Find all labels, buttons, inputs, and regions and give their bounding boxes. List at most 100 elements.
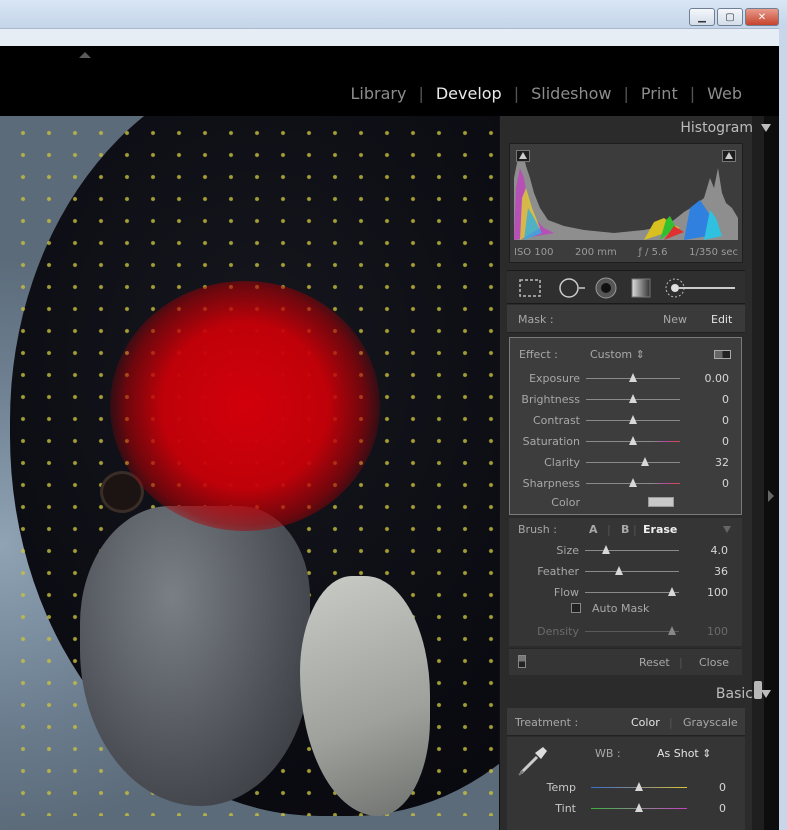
slider-value[interactable]: 100 [707,586,728,599]
chevron-down-icon[interactable] [723,526,731,533]
brush-a-button[interactable]: A [589,523,598,536]
exif-shutter: 1/350 sec [689,247,738,258]
module-web[interactable]: Web [707,84,742,103]
slider-label: Temp [546,781,576,794]
slider-track[interactable] [591,782,687,791]
color-swatch[interactable] [648,497,674,507]
effect-panel: Effect : Custom ⇕ Exposure 0.00 Brightne… [509,337,742,515]
slider-label: Feather [537,565,579,578]
slider-knob[interactable] [629,394,637,403]
slider-track[interactable] [585,587,679,596]
module-separator: | [418,84,424,103]
slider-track[interactable] [586,436,680,445]
red-eye-icon[interactable] [593,277,619,299]
window-controls: ▁ ▢ ✕ [689,8,779,26]
slider-knob[interactable] [635,803,643,812]
adjustment-brush-icon[interactable] [663,277,739,299]
module-print[interactable]: Print [641,84,678,103]
module-develop[interactable]: Develop [436,84,502,103]
slider-knob[interactable] [614,566,623,575]
module-library[interactable]: Library [351,84,407,103]
treatment-separator: | [669,716,673,729]
slider-track[interactable] [585,626,679,635]
close-tool-button[interactable]: Close [699,656,729,669]
slider-knob[interactable] [629,373,637,382]
treatment-color-button[interactable]: Color [631,716,660,729]
wb-dropdown[interactable]: As Shot ⇕ [657,747,711,760]
slider-contrast: Contrast 0 [510,412,743,428]
slider-label: Size [556,544,579,557]
photo-canvas[interactable] [0,116,499,830]
slider-value[interactable]: 0 [722,477,729,490]
module-separator: | [513,84,520,103]
module-slideshow[interactable]: Slideshow [531,84,611,103]
histogram-header[interactable]: Histogram [680,120,771,136]
slider-knob[interactable] [668,626,677,635]
panel-scrollbar[interactable] [752,116,764,830]
chevron-down-icon [761,124,771,132]
auto-mask-checkbox[interactable] [571,603,581,613]
mask-edit-button[interactable]: Edit [711,313,732,326]
slider-track[interactable] [586,394,680,403]
close-window-button[interactable]: ✕ [745,8,779,26]
slider-value[interactable]: 36 [714,565,728,578]
slider-value[interactable]: 0 [719,802,726,815]
collapse-right-panel-icon[interactable] [768,490,774,502]
crop-icon[interactable] [517,277,543,299]
slider-knob[interactable] [629,478,637,487]
reset-button[interactable]: Reset [639,656,670,669]
minimize-button[interactable]: ▁ [689,8,715,26]
slider-value[interactable]: 4.0 [711,544,729,557]
slider-value[interactable]: 0 [722,393,729,406]
exif-iso: ISO 100 [514,247,554,258]
slider-value[interactable]: 100 [707,625,728,638]
slider-value[interactable]: 0.00 [705,372,730,385]
brush-b-button[interactable]: B [621,523,629,536]
effect-label: Effect : [519,348,558,361]
slider-track[interactable] [586,415,680,424]
mask-new-button[interactable]: New [663,313,687,326]
exif-aperture: ƒ / 5.6 [638,247,668,258]
spot-removal-icon[interactable] [557,277,587,299]
effect-preset-dropdown[interactable]: Custom ⇕ [590,348,645,361]
brush-separator: | [633,523,637,536]
slider-feather: Feather 36 [509,563,742,579]
slider-value[interactable]: 0 [719,781,726,794]
brush-label: Brush : [518,523,557,536]
collapse-top-panel-icon[interactable] [79,52,91,58]
histogram[interactable]: ISO 100 200 mm ƒ / 5.6 1/350 sec [509,143,743,263]
slider-track[interactable] [585,566,679,575]
slider-value[interactable]: 32 [715,456,729,469]
slider-track[interactable] [585,545,679,554]
brush-erase-button[interactable]: Erase [643,523,677,536]
slider-track[interactable] [586,478,680,487]
slider-knob[interactable] [668,587,677,596]
shadow-clipping-icon[interactable] [516,150,530,162]
slider-track[interactable] [586,457,680,466]
treatment-label: Treatment : [515,716,579,729]
eyedropper-icon[interactable] [515,743,549,777]
graduated-filter-icon[interactable] [629,277,653,299]
slider-knob[interactable] [635,782,643,791]
slider-tint: Tint 0 [501,800,734,816]
mask-label: Mask : [518,313,554,326]
maximize-button[interactable]: ▢ [717,8,743,26]
slider-track[interactable] [586,373,680,382]
slider-knob[interactable] [601,545,610,554]
slider-knob[interactable] [629,436,637,445]
module-bar: Library | Develop | Slideshow | Print | … [0,46,779,116]
panel-switch-icon[interactable] [518,655,526,668]
highlight-clipping-icon[interactable] [722,150,736,162]
effect-toggle-icon[interactable] [714,350,731,359]
window-border [779,28,787,830]
slider-track[interactable] [591,803,687,812]
treatment-grayscale-button[interactable]: Grayscale [683,716,738,729]
basic-header[interactable]: Basic [716,686,771,702]
slider-clarity: Clarity 32 [510,454,743,470]
mask-row: Mask : New Edit [507,305,745,333]
slider-value[interactable]: 0 [722,414,729,427]
module-separator: | [689,84,696,103]
slider-value[interactable]: 0 [722,435,729,448]
slider-knob[interactable] [629,415,637,424]
slider-knob[interactable] [641,457,650,466]
